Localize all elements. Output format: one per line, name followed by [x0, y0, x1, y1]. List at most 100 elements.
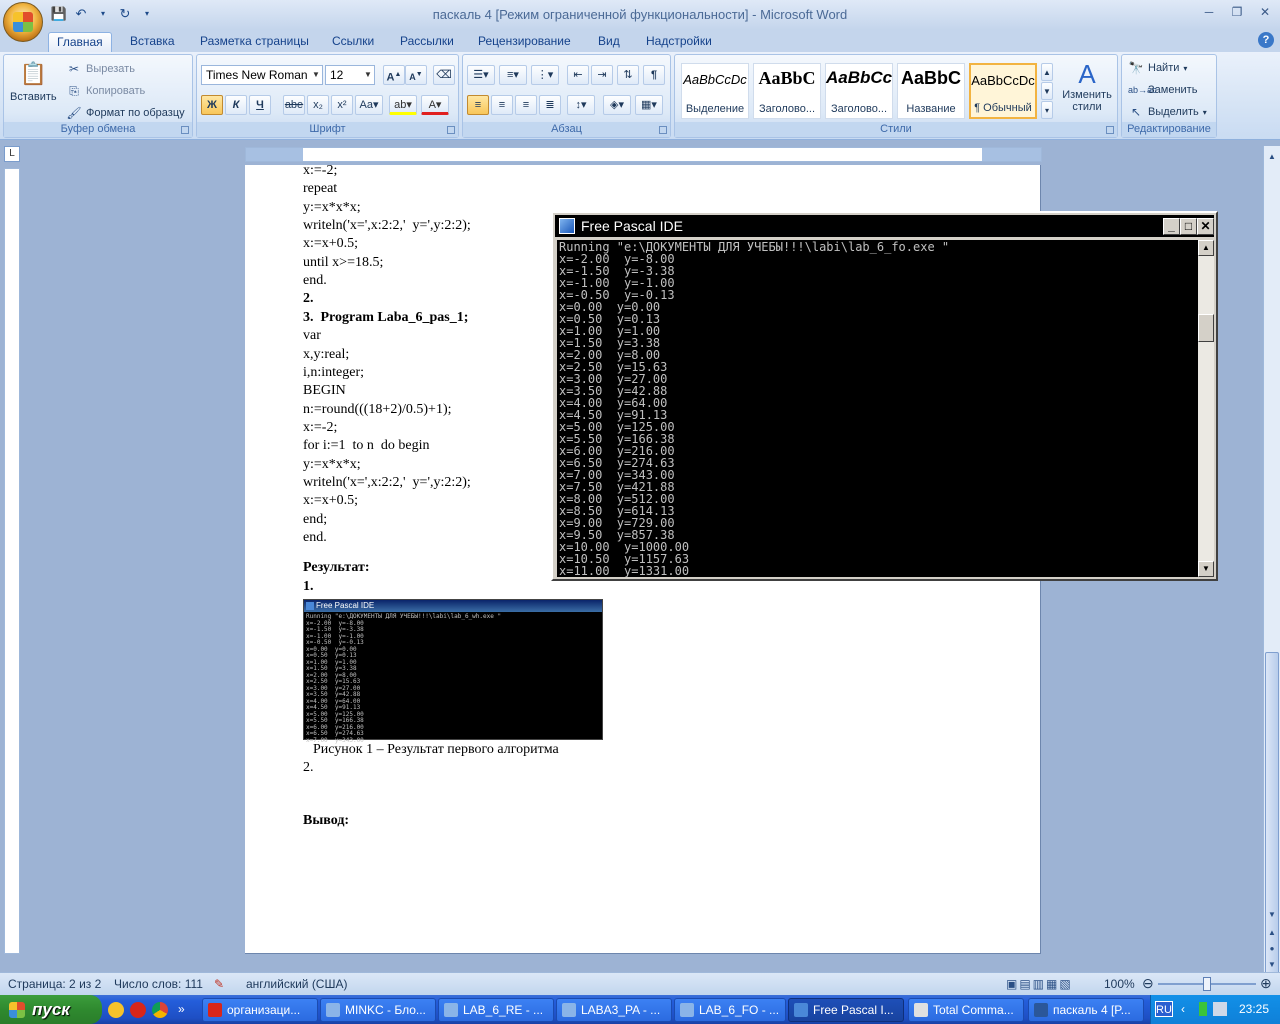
tab-references[interactable]: Ссылки — [324, 32, 382, 52]
line-spacing-icon[interactable]: ↕▾ — [567, 95, 595, 115]
justify-icon[interactable]: ≣ — [539, 95, 561, 115]
minimize-icon[interactable]: ─ — [1198, 4, 1220, 20]
styles-launcher-icon[interactable] — [1106, 126, 1114, 134]
tab-mailings[interactable]: Рассылки — [392, 32, 462, 52]
close-icon[interactable]: ✕ — [1254, 4, 1276, 20]
scroll-down-icon[interactable]: ▼ — [1265, 908, 1279, 922]
clear-format-icon[interactable]: ⌫ — [433, 65, 455, 85]
zoom-knob[interactable] — [1203, 977, 1211, 991]
battery-icon[interactable] — [1199, 1002, 1207, 1016]
language[interactable]: английский (США) — [246, 977, 347, 991]
task-lab6fo[interactable]: LAB_6_FO - ... — [674, 998, 786, 1022]
page-count[interactable]: Страница: 2 из 2 — [8, 977, 101, 991]
tab-page-layout[interactable]: Разметка страницы — [192, 32, 317, 52]
multilevel-list-icon[interactable]: ⋮▾ — [531, 65, 559, 85]
paste-button[interactable]: 📋 Вставить — [10, 59, 57, 103]
font-color-icon[interactable]: A▾ — [421, 95, 449, 115]
network-icon[interactable] — [1213, 1002, 1227, 1016]
style-heading-2[interactable]: AaBbCc Заголово... — [825, 63, 893, 119]
task-notepad[interactable]: MINKC - Бло... — [320, 998, 436, 1022]
office-button[interactable] — [3, 2, 43, 42]
format-painter-button[interactable]: 🖌 Формат по образцу — [66, 105, 184, 121]
chrome-icon[interactable] — [152, 1002, 168, 1018]
view-buttons-icon[interactable]: ▣▤▥▦▧ — [1006, 977, 1073, 991]
style-title[interactable]: AaBbC Название — [897, 63, 965, 119]
scroll-up-icon[interactable]: ▲ — [1265, 150, 1279, 164]
borders-icon[interactable]: ▦▾ — [635, 95, 663, 115]
subscript-button[interactable]: x₂ — [307, 95, 329, 115]
console-output[interactable]: Running "e:\ДОКУМЕНТЫ ДЛЯ УЧЕБЫ!!!\labi\… — [557, 240, 1198, 577]
find-button[interactable]: 🔭 Найти ▾ — [1128, 60, 1188, 76]
tab-home[interactable]: Главная — [48, 32, 112, 52]
styles-scroll-down-icon[interactable]: ▼ — [1041, 82, 1053, 100]
prev-page-icon[interactable]: ▲ — [1265, 926, 1279, 940]
console-scrollbar[interactable]: ▲ ▼ — [1198, 240, 1214, 577]
console-scroll-thumb[interactable] — [1198, 314, 1214, 342]
fp-maximize-icon[interactable]: □ — [1180, 218, 1197, 235]
decrease-indent-icon[interactable]: ⇤ — [567, 65, 589, 85]
zoom-in-icon[interactable]: ⊕ — [1260, 975, 1272, 992]
task-free-pascal[interactable]: Free Pascal I... — [788, 998, 904, 1022]
word-count[interactable]: Число слов: 111 — [114, 977, 203, 991]
font-family-select[interactable]: Times New Roman ▼ — [201, 65, 323, 85]
style-heading-1[interactable]: AaBbC Заголово... — [753, 63, 821, 119]
change-case-button[interactable]: Aa▾ — [355, 95, 383, 115]
console-scroll-up-icon[interactable]: ▲ — [1198, 240, 1214, 256]
tab-addins[interactable]: Надстройки — [638, 32, 720, 52]
grow-font-button[interactable]: A▲ — [383, 65, 405, 85]
superscript-button[interactable]: x² — [331, 95, 353, 115]
free-pascal-window[interactable]: Free Pascal IDE _ □ ✕ Running "e:\ДОКУМЕ… — [551, 211, 1218, 581]
replace-button[interactable]: ab→ac Заменить — [1128, 82, 1197, 98]
style-normal[interactable]: AaBbCcDc ¶ Обычный — [969, 63, 1037, 119]
fp-title-bar[interactable]: Free Pascal IDE _ □ ✕ — [555, 215, 1214, 237]
browse-object-icon[interactable]: ● — [1265, 942, 1279, 956]
underline-button[interactable]: Ч — [249, 95, 271, 115]
task-organizacii[interactable]: организаци... — [202, 998, 318, 1022]
task-lab6re[interactable]: LAB_6_RE - ... — [438, 998, 554, 1022]
bold-button[interactable]: Ж — [201, 95, 223, 115]
align-right-icon[interactable]: ≡ — [515, 95, 537, 115]
align-center-icon[interactable]: ≡ — [491, 95, 513, 115]
clipboard-launcher-icon[interactable] — [181, 126, 189, 134]
shrink-font-button[interactable]: A▼ — [405, 65, 427, 85]
shading-icon[interactable]: ◈▾ — [603, 95, 631, 115]
task-total-commander[interactable]: Total Comma... — [908, 998, 1024, 1022]
help-icon[interactable]: ? — [1258, 32, 1274, 48]
italic-button[interactable]: К — [225, 95, 247, 115]
language-indicator[interactable]: RU — [1155, 1001, 1173, 1017]
increase-indent-icon[interactable]: ⇥ — [591, 65, 613, 85]
cut-button[interactable]: ✂ Вырезать — [66, 61, 135, 77]
task-word[interactable]: паскаль 4 [P... — [1028, 998, 1144, 1022]
more-icon[interactable]: » — [178, 1002, 194, 1018]
spellcheck-icon[interactable]: ✎ — [214, 977, 224, 991]
zoom-out-icon[interactable]: ⊖ — [1142, 975, 1154, 992]
change-styles-button[interactable]: A Изменить стили — [1059, 59, 1115, 113]
select-button[interactable]: ↖ Выделить ▾ — [1128, 104, 1207, 120]
styles-more-icon[interactable]: ▾ — [1041, 101, 1053, 119]
vertical-ruler[interactable] — [4, 168, 20, 954]
tab-selector-icon[interactable]: L — [4, 146, 20, 162]
tray-expand-icon[interactable]: ‹ — [1181, 1002, 1185, 1016]
highlight-icon[interactable]: ab▾ — [389, 95, 417, 115]
start-button[interactable]: пуск — [0, 995, 102, 1024]
bullets-icon[interactable]: ☰▾ — [467, 65, 495, 85]
maximize-icon[interactable]: ❐ — [1226, 4, 1248, 20]
pilcrow-icon[interactable]: ¶ — [643, 65, 665, 85]
console-scroll-down-icon[interactable]: ▼ — [1198, 561, 1214, 577]
numbering-icon[interactable]: ≡▾ — [499, 65, 527, 85]
strikethrough-button[interactable]: abe — [283, 95, 305, 115]
vertical-scrollbar[interactable]: ▲ ▼ ▲ ● ▼ — [1263, 146, 1280, 1024]
style-emphasis[interactable]: AaBbCcDc Выделение — [681, 63, 749, 119]
task-laba3pa[interactable]: LABA3_PA - ... — [556, 998, 672, 1022]
next-page-icon[interactable]: ▼ — [1265, 958, 1279, 972]
align-left-icon[interactable]: ≡ — [467, 95, 489, 115]
copy-button[interactable]: ⎘ Копировать — [66, 83, 145, 99]
tab-review[interactable]: Рецензирование — [470, 32, 579, 52]
fp-close-icon[interactable]: ✕ — [1197, 218, 1214, 235]
font-size-select[interactable]: 12 ▼ — [325, 65, 375, 85]
tab-view[interactable]: Вид — [590, 32, 628, 52]
opera-icon[interactable] — [130, 1002, 146, 1018]
paragraph-launcher-icon[interactable] — [659, 126, 667, 134]
tab-insert[interactable]: Вставка — [122, 32, 183, 52]
fp-minimize-icon[interactable]: _ — [1163, 218, 1180, 235]
